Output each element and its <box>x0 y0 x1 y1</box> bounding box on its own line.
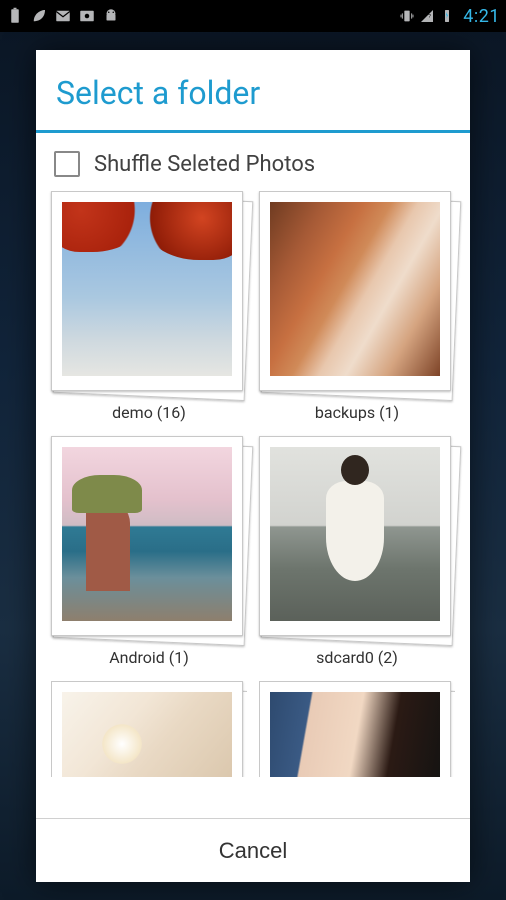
folder-thumb <box>270 447 440 621</box>
folder-sdcard0[interactable]: sdcard0 (2) <box>258 436 456 667</box>
status-left-icons <box>6 0 120 32</box>
folder-grid-wrap: demo (16) backups (1) Android (1) <box>36 191 470 818</box>
folder-thumb <box>62 447 232 621</box>
status-bar: ? 4:21 <box>0 0 506 32</box>
select-folder-dialog: Select a folder Shuffle Seleted Photos d… <box>36 50 470 882</box>
vibrate-icon <box>399 8 415 24</box>
folder-label: backups (1) <box>315 403 399 422</box>
folder-label: demo (16) <box>112 403 186 422</box>
battery-icon <box>6 7 24 25</box>
folder-thumb-stack <box>259 681 455 777</box>
cancel-button[interactable]: Cancel <box>36 819 470 882</box>
folder-android[interactable]: Android (1) <box>50 436 248 667</box>
folder-thumb <box>270 202 440 376</box>
status-right-icons: ? 4:21 <box>399 0 500 32</box>
dialog-title: Select a folder <box>36 50 470 130</box>
shuffle-row[interactable]: Shuffle Seleted Photos <box>36 145 470 191</box>
no-sim-icon: ? <box>419 8 435 24</box>
folder-demo[interactable]: demo (16) <box>50 191 248 422</box>
folder-thumb <box>62 692 232 777</box>
folder-thumb-stack <box>259 436 455 642</box>
shuffle-checkbox[interactable] <box>54 151 80 177</box>
folder-partial-2[interactable] <box>258 681 456 777</box>
folder-thumb-stack <box>51 436 247 642</box>
gmail-icon <box>54 7 72 25</box>
folder-thumb-stack <box>51 191 247 397</box>
dialog-divider <box>36 130 470 133</box>
shuffle-label: Shuffle Seleted Photos <box>94 152 315 177</box>
folder-thumb <box>270 692 440 777</box>
dialog-footer: Cancel <box>36 818 470 882</box>
folder-label: sdcard0 (2) <box>316 648 398 667</box>
battery-charging-icon <box>439 8 455 24</box>
folder-backups[interactable]: backups (1) <box>258 191 456 422</box>
folder-label: Android (1) <box>109 648 189 667</box>
folder-thumb-stack <box>51 681 247 777</box>
status-time: 4:21 <box>463 6 500 27</box>
folder-grid: demo (16) backups (1) Android (1) <box>50 191 456 777</box>
folder-thumb-stack <box>259 191 455 397</box>
leaf-icon <box>30 7 48 25</box>
android-icon <box>102 7 120 25</box>
folder-partial-1[interactable] <box>50 681 248 777</box>
screenshot-icon <box>78 7 96 25</box>
folder-thumb <box>62 202 232 376</box>
